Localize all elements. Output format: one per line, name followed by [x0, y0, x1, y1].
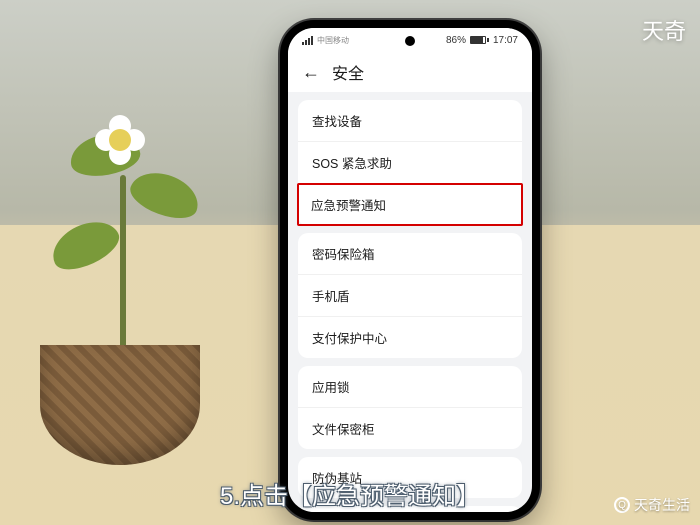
step-caption: 5.点击【应急预警通知】 [220, 476, 480, 511]
signal-icon [302, 36, 313, 45]
settings-row-label: 密码保险箱 [312, 244, 375, 263]
settings-row-label: 应用锁 [312, 377, 350, 396]
settings-group: 应用锁文件保密柜 [298, 366, 522, 449]
settings-row[interactable]: 手机盾 [298, 275, 522, 317]
settings-row-label: SOS 紧急求助 [312, 153, 392, 172]
settings-row-label: 支付保护中心 [312, 328, 387, 347]
phone-frame: 中国移动 86% 17:07 ← 安全 查找设备SOS 紧急求助应急预警通知密码… [280, 20, 540, 520]
watermark-top-right: 天奇 [642, 14, 686, 46]
settings-group: 密码保险箱手机盾支付保护中心 [298, 233, 522, 358]
settings-row-label: 应急预警通知 [311, 195, 386, 214]
settings-row[interactable]: 支付保护中心 [298, 317, 522, 358]
watermark-br-text: 天奇生活 [634, 495, 690, 515]
settings-row-label: 手机盾 [312, 286, 350, 305]
settings-row[interactable]: 查找设备 [298, 100, 522, 142]
page-title: 安全 [332, 60, 364, 84]
settings-group: 查找设备 SOS 紧急求助应急预警通知 [298, 100, 522, 226]
settings-row[interactable]: SOS 紧急求助 [298, 142, 522, 184]
back-icon[interactable]: ← [302, 63, 320, 81]
tutorial-scene: 中国移动 86% 17:07 ← 安全 查找设备SOS 紧急求助应急预警通知密码… [0, 0, 700, 525]
watermark-bottom-right: Q 天奇生活 [614, 495, 690, 515]
settings-row-label: 查找设备 [312, 111, 362, 130]
settings-row[interactable]: 应急预警通知 [297, 183, 523, 226]
front-camera [405, 36, 415, 46]
page-header: ← 安全 [288, 52, 532, 92]
watermark-logo-icon: Q [614, 497, 630, 513]
settings-row[interactable]: 文件保密柜 [298, 408, 522, 449]
battery-icon [470, 36, 489, 44]
settings-row[interactable]: 应用锁 [298, 366, 522, 408]
settings-row[interactable]: 密码保险箱 [298, 233, 522, 275]
phone-screen: 中国移动 86% 17:07 ← 安全 查找设备SOS 紧急求助应急预警通知密码… [288, 28, 532, 512]
clock: 17:07 [493, 35, 518, 46]
settings-row-label: 文件保密柜 [312, 419, 375, 438]
carrier-label: 中国移动 [317, 35, 349, 46]
settings-content[interactable]: 查找设备 SOS 紧急求助应急预警通知密码保险箱手机盾支付保护中心应用锁文件保密柜… [288, 92, 532, 512]
plant-decor [40, 165, 220, 465]
battery-pct: 86% [446, 35, 466, 46]
